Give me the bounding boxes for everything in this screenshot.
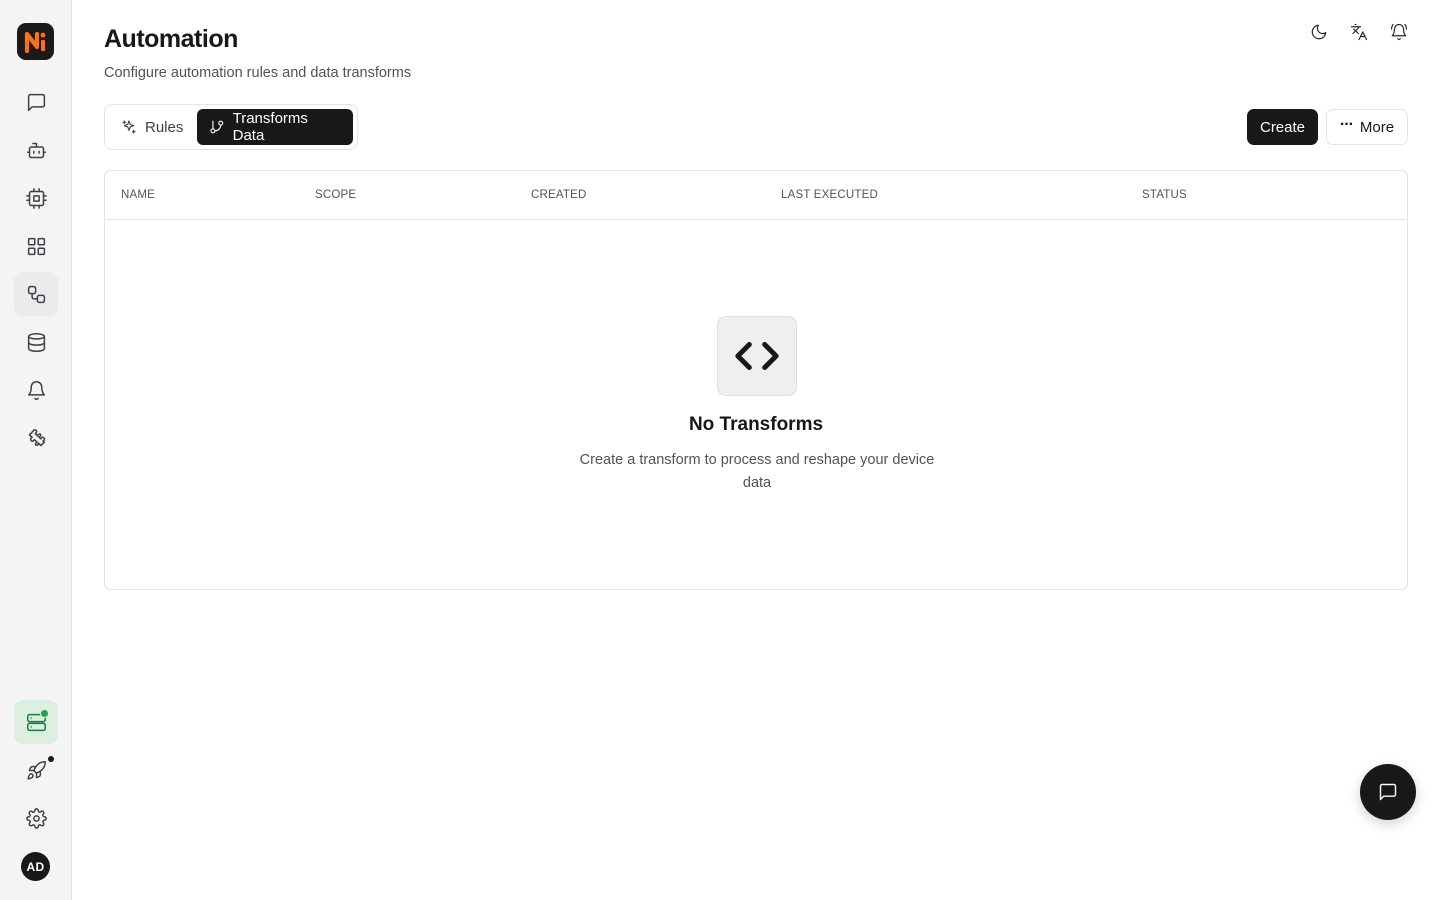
column-header-name[interactable]: NAME	[121, 189, 155, 201]
gear-icon	[25, 807, 47, 829]
translate-icon	[1350, 23, 1368, 41]
language-button[interactable]	[1344, 20, 1374, 44]
brand-logo-icon[interactable]	[17, 23, 54, 60]
status-indicator-dot	[40, 709, 49, 718]
more-button[interactable]: ··· More	[1326, 109, 1408, 145]
bot-icon	[26, 142, 46, 158]
puzzle-icon	[28, 428, 45, 446]
git-branch-icon	[210, 120, 224, 134]
transforms-table: NAME SCOPE CREATED LAST EXECUTED STATUS …	[104, 170, 1408, 590]
notifications-button[interactable]	[1384, 20, 1414, 44]
brand-logo-mark	[24, 31, 45, 53]
chat-fab-button[interactable]	[1360, 764, 1416, 820]
header-toolbar	[1304, 20, 1414, 44]
cpu-icon	[25, 187, 47, 209]
layout-grid-icon	[27, 237, 45, 255]
sidebar: AD	[0, 0, 72, 900]
tab-rules[interactable]: Rules	[109, 109, 195, 145]
column-header-status[interactable]: STATUS	[1142, 189, 1187, 201]
code-icon	[735, 342, 779, 370]
empty-state-title: No Transforms	[688, 414, 824, 435]
database-icon	[27, 332, 45, 352]
more-horizontal-icon: ···	[1339, 115, 1354, 133]
message-square-icon	[27, 93, 45, 111]
column-header-created[interactable]: CREATED	[531, 189, 587, 201]
sidebar-item-dashboards[interactable]	[14, 224, 58, 268]
empty-state-description: Create a transform to process and reshap…	[579, 452, 935, 491]
tab-rules-label: Rules	[145, 118, 184, 136]
workflow-icon	[27, 285, 45, 303]
theme-toggle-button[interactable]	[1304, 20, 1334, 44]
sidebar-item-chat[interactable]	[14, 80, 58, 124]
page-title: Automation	[104, 25, 238, 53]
sidebar-item-automation[interactable]	[14, 272, 58, 316]
sidebar-item-agents[interactable]	[14, 128, 58, 172]
sidebar-item-system-status[interactable]	[14, 700, 58, 744]
user-avatar[interactable]: AD	[21, 852, 50, 881]
tab-transforms-data[interactable]: Transforms Data	[197, 109, 353, 145]
create-button[interactable]: Create	[1247, 109, 1318, 145]
rocket-icon	[26, 760, 46, 780]
sidebar-item-devices[interactable]	[14, 176, 58, 220]
tab-switcher: Rules Transforms Data	[104, 104, 358, 150]
sparkles-icon	[122, 120, 136, 134]
moon-icon	[1311, 24, 1327, 40]
sidebar-item-data[interactable]	[14, 320, 58, 364]
page-subtitle: Configure automation rules and data tran…	[104, 65, 412, 81]
sidebar-item-getting-started[interactable]	[14, 748, 58, 792]
table-header: NAME SCOPE CREATED LAST EXECUTED STATUS	[105, 171, 1407, 220]
empty-state-icon-box	[717, 316, 797, 396]
message-square-icon	[1379, 783, 1397, 801]
column-header-last-executed[interactable]: LAST EXECUTED	[781, 189, 878, 201]
notification-dot	[48, 756, 54, 762]
sidebar-item-alerts[interactable]	[14, 368, 58, 412]
more-button-label: More	[1359, 118, 1395, 136]
column-header-scope[interactable]: SCOPE	[315, 189, 356, 201]
sidebar-item-extensions[interactable]	[14, 416, 58, 460]
bell-icon	[1390, 23, 1408, 41]
tab-transforms-data-label: Transforms Data	[232, 110, 308, 144]
sidebar-item-settings[interactable]	[14, 796, 58, 840]
bell-icon	[27, 380, 45, 400]
